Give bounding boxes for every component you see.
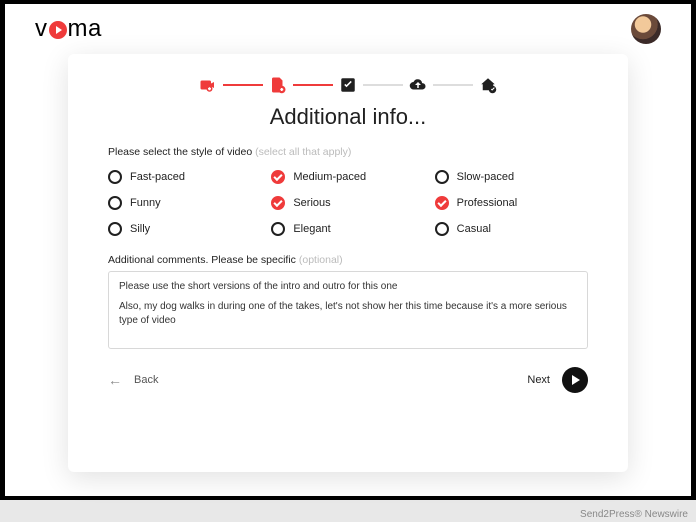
step-line xyxy=(223,84,263,86)
cloud-icon xyxy=(409,76,427,94)
logo-letter-v: v xyxy=(35,15,48,43)
nav-row: ← Back Next xyxy=(108,367,588,393)
comment-line: Also, my dog walks in during one of the … xyxy=(119,300,577,328)
option-label: Slow-paced xyxy=(457,171,514,183)
credit-text: Send2Press® Newswire xyxy=(580,509,688,520)
comments-label-hint: (optional) xyxy=(299,254,343,266)
prompt-hint: (select all that apply) xyxy=(255,146,351,158)
option-medium-paced[interactable]: Medium-paced xyxy=(271,170,424,184)
logo-letters-ma: ma xyxy=(68,15,102,43)
option-label: Medium-paced xyxy=(293,171,366,183)
brand-logo: v ma xyxy=(35,15,102,43)
option-label: Funny xyxy=(130,197,161,209)
stepper xyxy=(108,76,588,94)
avatar[interactable] xyxy=(631,14,661,44)
option-label: Silly xyxy=(130,223,150,235)
home-check-icon xyxy=(479,76,497,94)
checkbox-icon xyxy=(108,170,122,184)
page-title: Additional info... xyxy=(108,104,588,130)
arrow-left-icon: ← xyxy=(108,372,122,388)
option-label: Casual xyxy=(457,223,491,235)
checkbox-icon xyxy=(271,222,285,236)
style-options: Fast-paced Medium-paced Slow-paced Funny… xyxy=(108,170,588,236)
option-professional[interactable]: Professional xyxy=(435,196,588,210)
back-button[interactable]: ← Back xyxy=(108,372,158,388)
next-button[interactable]: Next xyxy=(527,367,588,393)
option-funny[interactable]: Funny xyxy=(108,196,261,210)
checkbox-checked-icon xyxy=(271,170,285,184)
step-line xyxy=(363,84,403,86)
option-label: Professional xyxy=(457,197,518,209)
option-label: Fast-paced xyxy=(130,171,185,183)
comments-label: Additional comments. Please be specific … xyxy=(108,254,588,266)
wizard-card: Additional info... Please select the sty… xyxy=(68,54,628,472)
style-prompt: Please select the style of video (select… xyxy=(108,146,588,158)
camera-icon xyxy=(199,76,217,94)
checkbox-icon xyxy=(435,170,449,184)
back-label: Back xyxy=(134,374,158,386)
option-casual[interactable]: Casual xyxy=(435,222,588,236)
option-fast-paced[interactable]: Fast-paced xyxy=(108,170,261,184)
play-icon xyxy=(49,21,67,39)
checkbox-checked-icon xyxy=(271,196,285,210)
option-serious[interactable]: Serious xyxy=(271,196,424,210)
checklist-icon xyxy=(339,76,357,94)
play-circle-icon xyxy=(562,367,588,393)
checkbox-icon xyxy=(435,222,449,236)
next-label: Next xyxy=(527,374,550,386)
top-bar: v ma xyxy=(5,4,691,54)
checkbox-icon xyxy=(108,222,122,236)
checkbox-checked-icon xyxy=(435,196,449,210)
comments-label-main: Additional comments. Please be specific xyxy=(108,254,296,266)
step-line xyxy=(293,84,333,86)
file-icon xyxy=(269,76,287,94)
step-line xyxy=(433,84,473,86)
prompt-main: Please select the style of video xyxy=(108,146,252,158)
option-silly[interactable]: Silly xyxy=(108,222,261,236)
comment-line: Please use the short versions of the int… xyxy=(119,280,577,294)
option-label: Serious xyxy=(293,197,330,209)
option-label: Elegant xyxy=(293,223,330,235)
option-slow-paced[interactable]: Slow-paced xyxy=(435,170,588,184)
checkbox-icon xyxy=(108,196,122,210)
option-elegant[interactable]: Elegant xyxy=(271,222,424,236)
comments-textarea[interactable]: Please use the short versions of the int… xyxy=(108,271,588,349)
